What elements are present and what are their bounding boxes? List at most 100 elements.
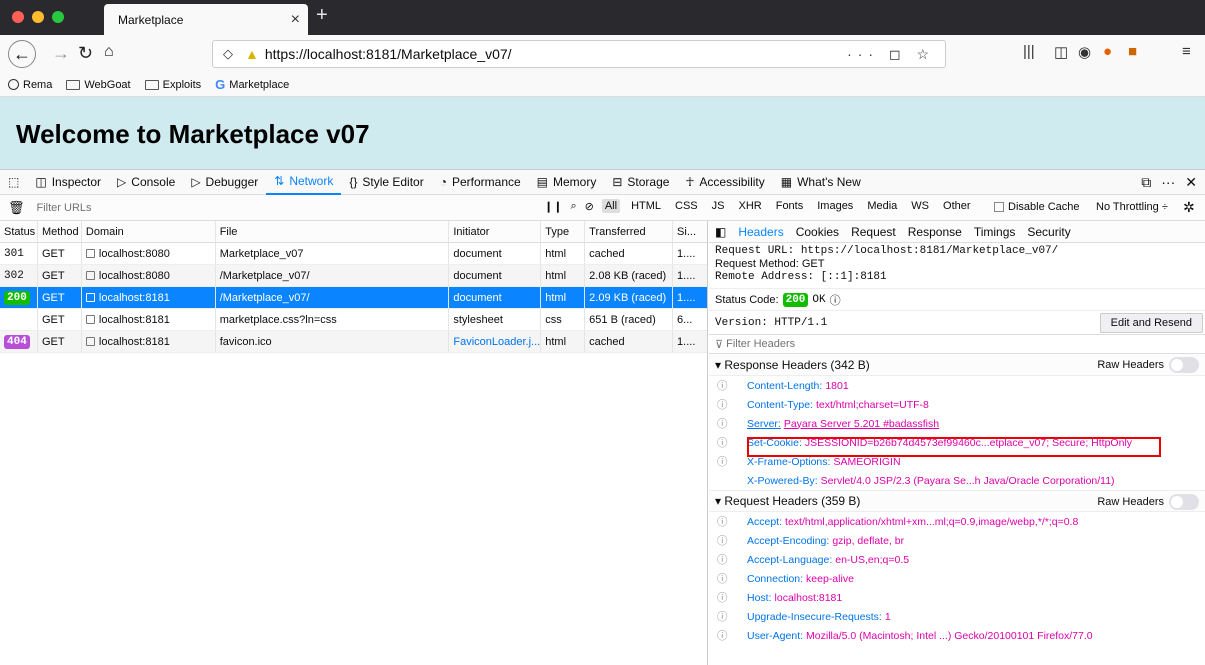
minimize-window-button[interactable] [32,11,44,23]
tab-accessibility[interactable]: ☥ Accessibility [677,170,772,195]
help-icon[interactable]: ⓘ [717,609,747,624]
gear-icon[interactable]: ✲ [1183,199,1195,216]
more-options-icon[interactable]: ··· [1161,174,1175,191]
http-version: Version: HTTP/1.1 [715,316,828,329]
close-devtools-icon[interactable]: ✕ [1185,174,1197,191]
forward-button-icon[interactable]: → [52,43,70,64]
tab-storage[interactable]: ⊟ Storage [604,170,677,195]
tab-inspector[interactable]: ◫ Inspector [27,170,109,195]
col-initiator[interactable]: Initiator [449,221,542,242]
help-icon[interactable]: ⓘ [717,397,747,412]
help-icon[interactable]: ⓘ [830,292,841,308]
tab-headers[interactable]: Headers [738,225,783,239]
help-icon[interactable]: ⓘ [717,435,747,450]
tab-debugger[interactable]: ▷ Debugger [183,170,266,195]
help-icon[interactable]: ⓘ [717,454,747,469]
tab-whats-new[interactable]: ▦ What's New [773,170,869,195]
help-icon[interactable]: ⓘ [717,416,747,431]
table-row[interactable]: 302 GET localhost:8080 /Marketplace_v07/… [0,265,707,287]
close-tab-icon[interactable]: × [291,11,300,29]
home-icon[interactable]: ⌂ [104,43,114,61]
tab-cookies[interactable]: Cookies [796,225,839,239]
help-icon[interactable]: ⓘ [717,628,747,643]
dock-icon[interactable]: ⧉ [1141,174,1151,191]
browser-tab-bar: Marketplace × + [0,0,1205,35]
tab-performance[interactable]: ◔ Performance [432,170,529,195]
raw-headers-toggle[interactable]: Raw Headers [1097,357,1199,373]
initiator-link[interactable]: FaviconLoader.j... [449,331,542,352]
request-headers-section[interactable]: ▾ Request Headers (359 B) Raw Headers [709,490,1205,512]
trash-icon[interactable]: 🗑 [8,200,25,216]
filter-other[interactable]: Other [940,199,974,213]
filter-images[interactable]: Images [814,199,856,213]
tab-response[interactable]: Response [908,225,962,239]
filter-css[interactable]: CSS [672,199,701,213]
edit-resend-button[interactable]: Edit and Resend [1099,313,1203,333]
table-row[interactable]: GET localhost:8181 marketplace.css?ln=cs… [0,309,707,331]
col-method[interactable]: Method [38,221,82,242]
extension-icon[interactable]: ● [1103,43,1112,60]
col-size[interactable]: Si... [673,221,707,242]
tab-console[interactable]: ▷ Console [109,170,183,195]
raw-headers-toggle[interactable]: Raw Headers [1097,494,1199,510]
table-row[interactable]: 404 GET localhost:8181 favicon.ico Favic… [0,331,707,353]
help-icon[interactable]: ⓘ [717,533,747,548]
tab-style-editor[interactable]: {} Style Editor [341,170,431,195]
filter-js[interactable]: JS [709,199,728,213]
filter-media[interactable]: Media [864,199,900,213]
library-icon[interactable]: ||| [1023,43,1035,60]
tab-security[interactable]: Security [1027,225,1070,239]
reload-icon[interactable]: ↻ [78,43,93,64]
filter-all[interactable]: All [601,199,621,213]
bookmark-marketplace[interactable]: G Marketplace [215,77,289,92]
type-cell: css [541,309,586,330]
help-icon[interactable]: ⓘ [717,378,747,393]
url-bar[interactable]: ◇ ▲ https://localhost:8181/Marketplace_v… [212,40,946,68]
filter-html[interactable]: HTML [628,199,664,213]
table-row[interactable]: 301 GET localhost:8080 Marketplace_v07 d… [0,243,707,265]
block-icon[interactable]: ⊘ [585,200,594,213]
filter-fonts[interactable]: Fonts [773,199,807,213]
close-window-button[interactable] [12,11,24,23]
filter-ws[interactable]: WS [908,199,932,213]
method-cell: GET [38,243,82,264]
toggle-sidebar-icon[interactable]: ◧ [715,225,726,239]
back-button-icon[interactable]: ← [8,40,36,68]
account-icon[interactable]: ◉ [1078,43,1091,61]
help-icon[interactable]: ⓘ [717,590,747,605]
tab-network[interactable]: ⇅ Network [266,170,342,195]
page-actions-icon[interactable]: ··· ◻ ☆ [847,46,935,63]
help-icon[interactable]: ⓘ [717,514,747,529]
response-headers-section[interactable]: ▾ Response Headers (342 B) Raw Headers [709,354,1205,376]
tab-request[interactable]: Request [851,225,896,239]
bookmark-exploits[interactable]: Exploits [144,79,201,91]
sidebar-icon[interactable]: ◫ [1054,43,1068,61]
col-domain[interactable]: Domain [82,221,216,242]
col-type[interactable]: Type [541,221,586,242]
table-row-selected[interactable]: 200 GET localhost:8181 /Marketplace_v07/… [0,287,707,309]
new-tab-icon[interactable]: + [316,4,328,27]
help-icon[interactable]: ⓘ [717,571,747,586]
browser-tab[interactable]: Marketplace × [104,4,308,35]
bookmark-rema[interactable]: Rema [8,79,52,91]
disable-cache-checkbox[interactable]: Disable Cache [994,201,1080,213]
throttling-select[interactable]: No Throttling ÷ [1096,201,1168,213]
filter-urls-input[interactable]: Filter URLs [37,202,92,214]
tab-memory[interactable]: ▤ Memory [529,170,605,195]
element-picker-icon[interactable]: ⬚ [0,170,27,195]
filter-xhr[interactable]: XHR [735,199,764,213]
search-icon[interactable]: ⌕ [570,200,576,213]
col-status[interactable]: Status [0,221,38,242]
zoom-window-button[interactable] [52,11,64,23]
addon-icon[interactable]: ■ [1128,43,1137,60]
col-transferred[interactable]: Transferred [585,221,674,242]
col-file[interactable]: File [216,221,450,242]
insecure-lock-icon[interactable]: ▲ [245,46,259,62]
menu-icon[interactable]: ≡ [1182,43,1191,60]
pause-icon[interactable]: ❙❙ [544,200,562,213]
shield-icon[interactable]: ◇ [223,46,233,62]
tab-timings[interactable]: Timings [974,225,1016,239]
bookmark-webgoat[interactable]: WebGoat [66,79,131,91]
help-icon[interactable]: ⓘ [717,552,747,567]
filter-headers-input[interactable]: ⊽ Filter Headers [709,334,1205,354]
